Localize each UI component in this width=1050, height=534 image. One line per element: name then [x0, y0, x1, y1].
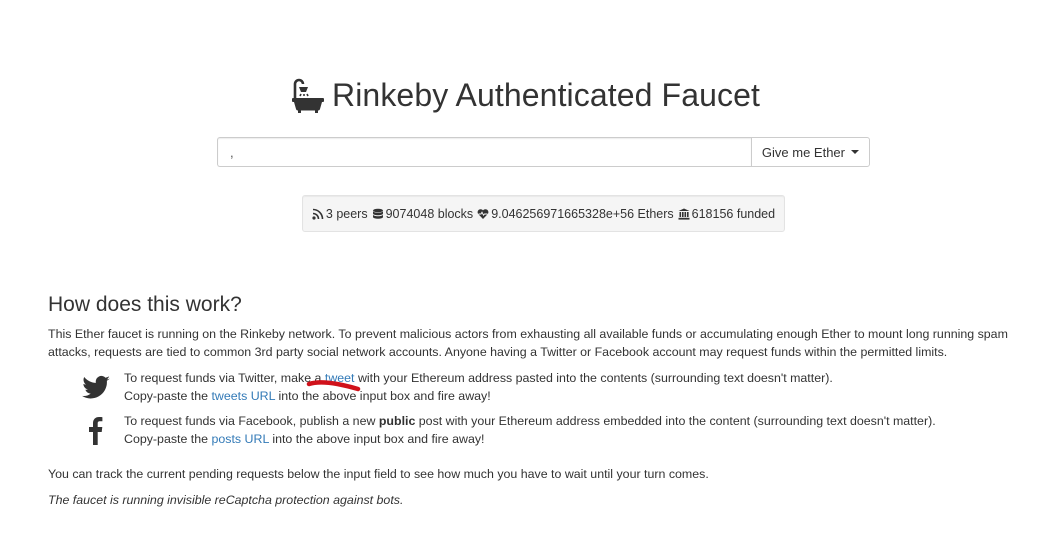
bathtub-icon: [292, 78, 325, 113]
rss-icon: [312, 208, 324, 220]
tweets-url-link[interactable]: tweets URL: [211, 389, 275, 403]
facebook-instructions: To request funds via Facebook, publish a…: [80, 412, 1040, 448]
facebook-line-2: Copy-paste the posts URL into the above …: [124, 432, 485, 446]
request-input-group: Give me Ether: [217, 137, 870, 167]
public-label: public: [378, 414, 416, 428]
blocks-count: 9074048 blocks: [385, 206, 474, 221]
title-row: Rinkeby Authenticated Faucet: [0, 76, 1050, 114]
twitter-instructions: To request funds via Twitter, make a twe…: [80, 369, 1040, 405]
intro-paragraph: This Ether faucet is running on the Rink…: [48, 327, 1008, 359]
facebook-icon: [89, 417, 103, 445]
social-url-input[interactable]: [217, 137, 751, 167]
peers-count: 3 peers: [325, 206, 368, 221]
ethers-balance: 9.046256971665328e+56 Ethers: [491, 206, 674, 221]
faucet-page: Rinkeby Authenticated Faucet Give me Eth…: [0, 0, 1050, 534]
tracking-note: You can track the current pending reques…: [48, 467, 709, 481]
heartbeat-icon: [477, 208, 489, 219]
database-icon: [372, 208, 383, 219]
page-title: Rinkeby Authenticated Faucet: [332, 76, 760, 113]
give-me-ether-label: Give me Ether: [761, 144, 845, 160]
network-stats: 3 peers 9074048 blocks 9.046256971665328…: [302, 195, 785, 232]
funded-count: 618156 funded: [691, 206, 776, 221]
bank-icon: [678, 208, 690, 220]
posts-url-link[interactable]: posts URL: [211, 432, 268, 446]
twitter-line-1: To request funds via Twitter, make a twe…: [124, 371, 833, 385]
give-me-ether-button[interactable]: Give me Ether: [750, 137, 870, 167]
captcha-note: The faucet is running invisible reCaptch…: [48, 493, 404, 507]
twitter-icon: [82, 375, 110, 399]
twitter-line-2: Copy-paste the tweets URL into the above…: [124, 389, 491, 403]
how-it-works-heading: How does this work?: [48, 293, 242, 316]
caret-down-icon: [851, 150, 859, 154]
facebook-line-1: To request funds via Facebook, publish a…: [124, 414, 936, 428]
tweet-link[interactable]: tweet: [325, 371, 355, 385]
